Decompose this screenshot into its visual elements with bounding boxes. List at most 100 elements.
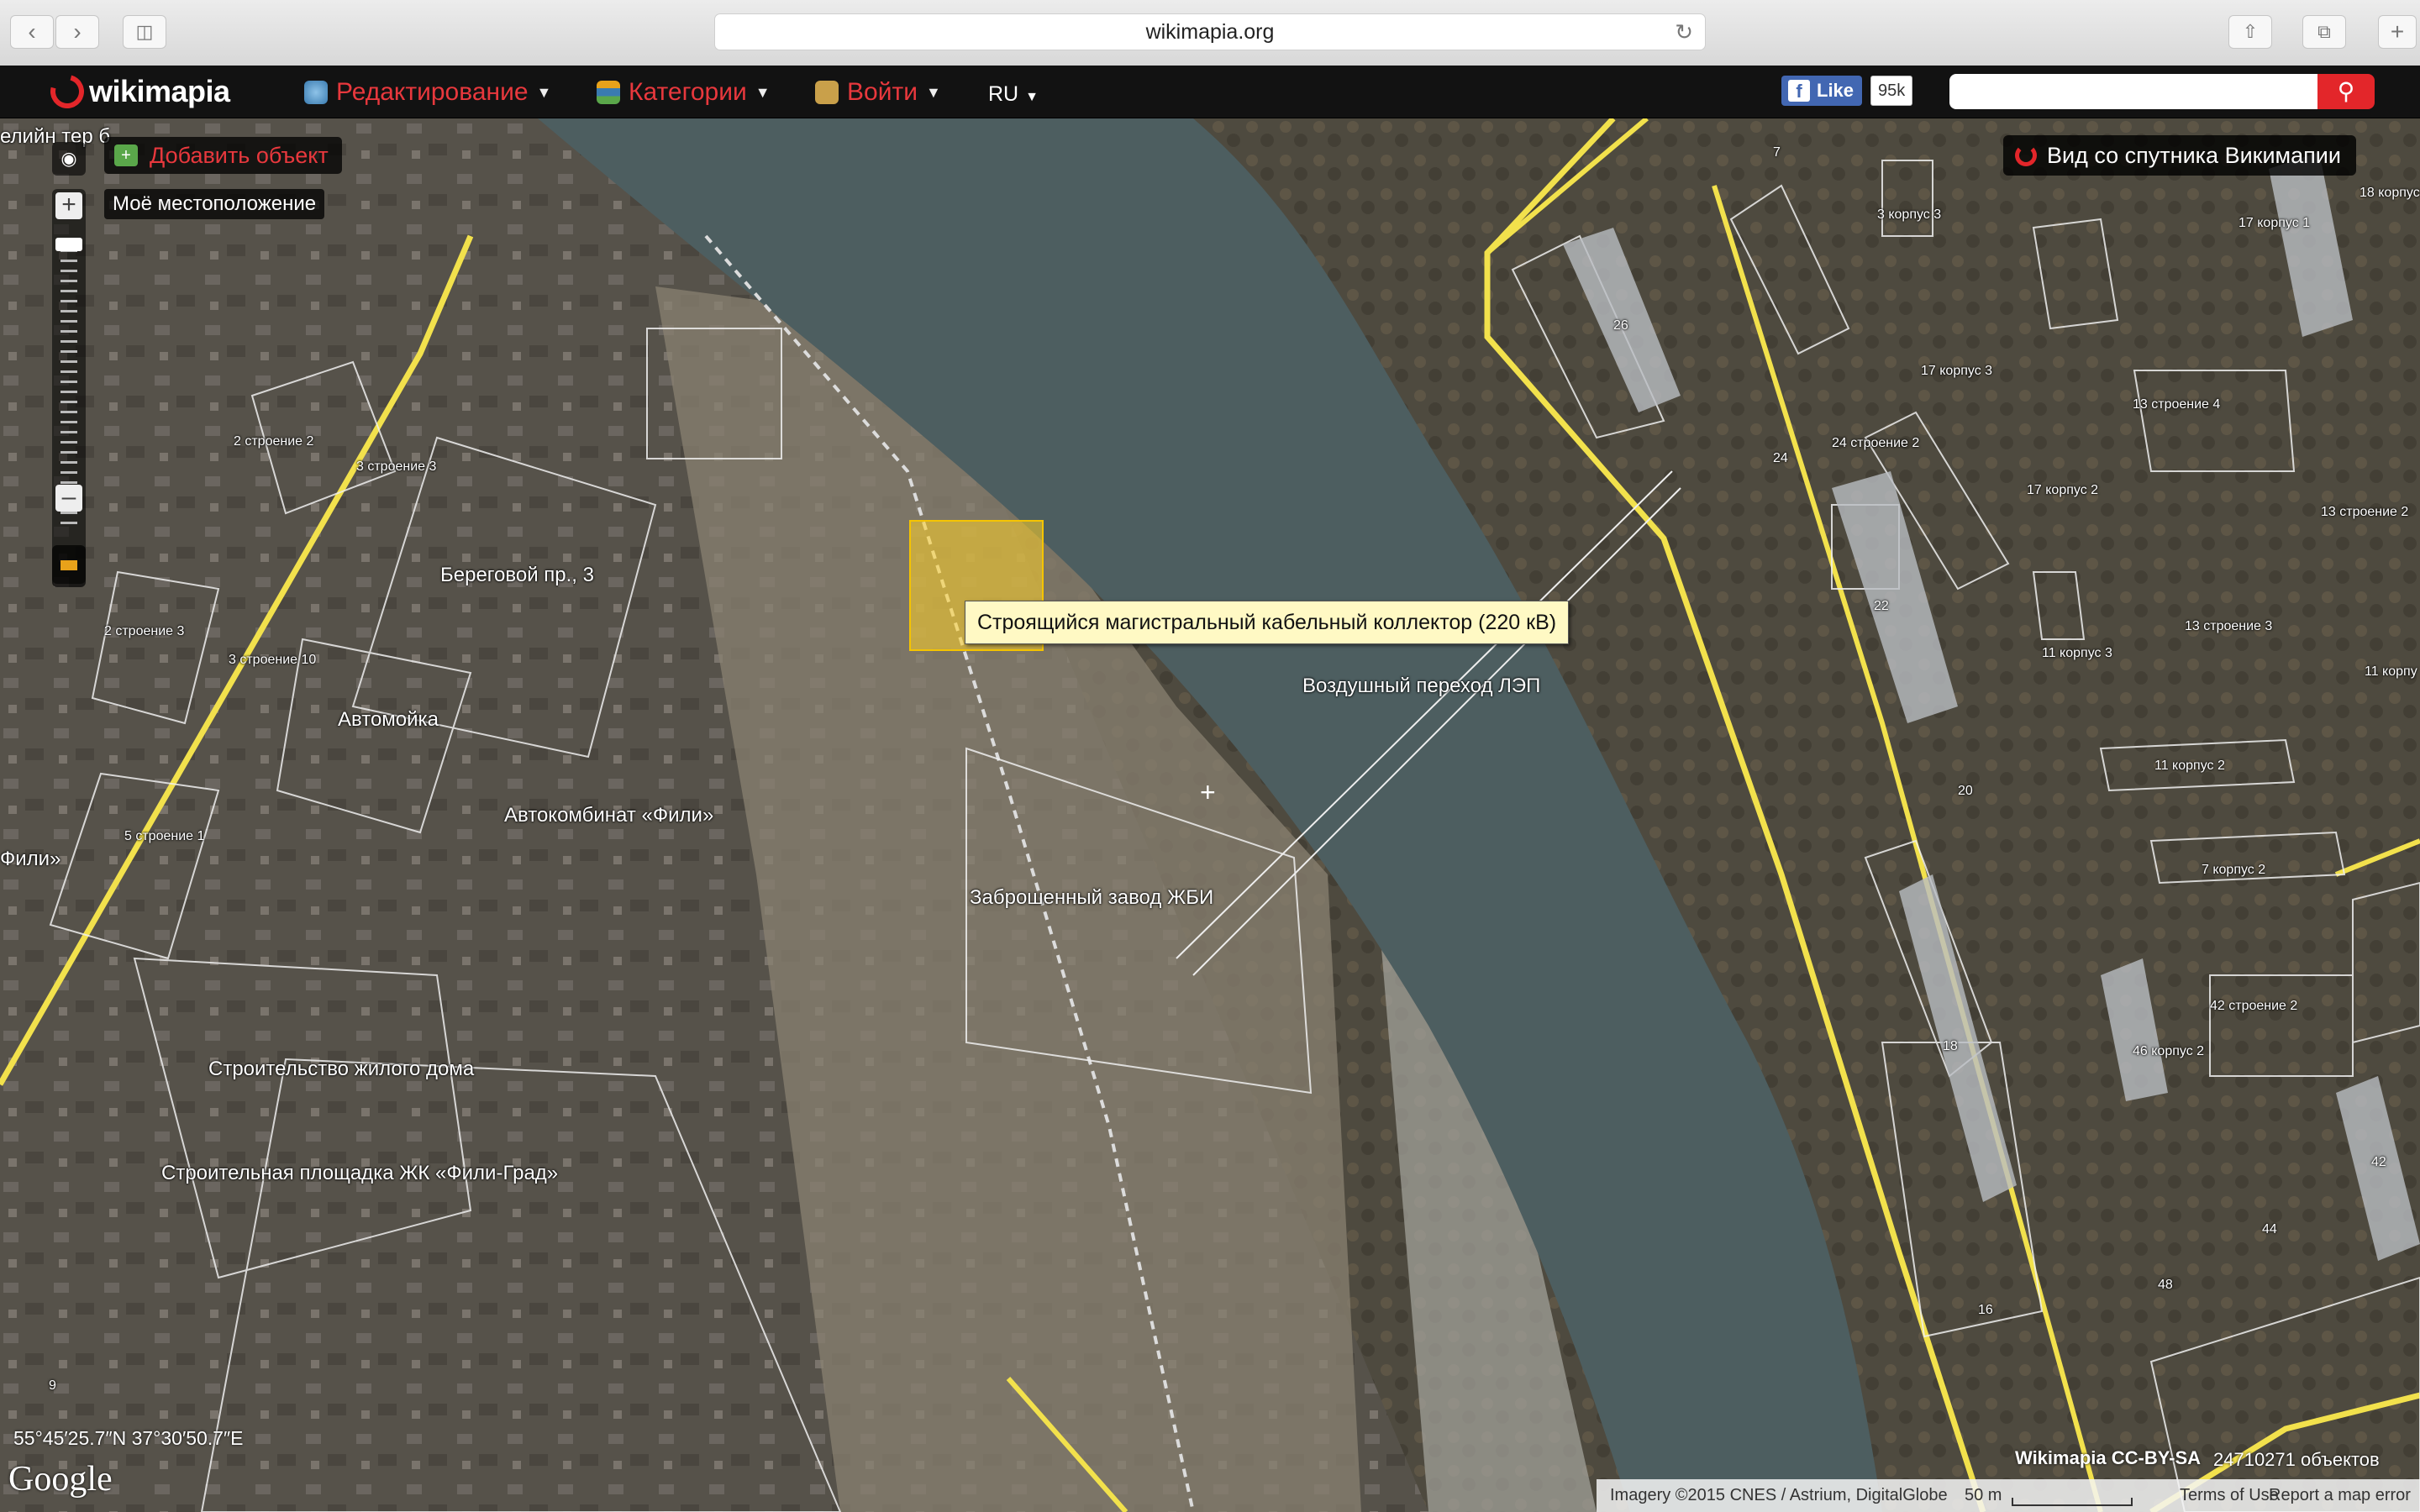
map-label[interactable]: Воздушный переход ЛЭП xyxy=(1302,675,1540,698)
map-label[interactable]: 2 строение 3 xyxy=(104,624,184,639)
back-button[interactable]: ‹ xyxy=(10,15,54,49)
map-label[interactable]: 48 xyxy=(2158,1278,2173,1293)
facebook-icon: f xyxy=(1788,80,1810,102)
language-selector[interactable]: RU ▼ xyxy=(988,82,1039,107)
zoom-in-button[interactable]: + xyxy=(55,192,82,219)
forward-button[interactable]: › xyxy=(55,15,99,49)
sidebar-toggle-button[interactable]: ◫ xyxy=(123,15,166,49)
map-label[interactable]: Строительство жилого дома xyxy=(208,1058,474,1081)
map-label[interactable]: 42 xyxy=(2371,1155,2386,1170)
map-label[interactable]: 16 xyxy=(1978,1303,1993,1318)
menu-categories-label: Категории xyxy=(629,78,747,106)
map-label[interactable]: 18 xyxy=(1943,1039,1958,1054)
categories-icon xyxy=(597,81,620,104)
report-error-link[interactable]: Report a map error xyxy=(2269,1479,2411,1512)
map-label[interactable]: Береговой пр., 3 xyxy=(440,564,594,587)
map-label[interactable]: Автомойка xyxy=(338,708,439,732)
chevron-down-icon: ▼ xyxy=(925,83,941,101)
imagery-credit: Imagery ©2015 CNES / Astrium, DigitalGlo… xyxy=(1610,1486,1948,1504)
add-object-label: Добавить объект xyxy=(150,143,329,168)
share-button[interactable]: ⇧ xyxy=(2228,15,2272,49)
ruler-tool-button[interactable] xyxy=(52,545,86,587)
menu-login-label: Войти xyxy=(847,78,918,106)
map-label[interactable]: 13 строение 3 xyxy=(2185,619,2272,634)
facebook-like-count: 95k xyxy=(1870,76,1913,106)
language-label: RU xyxy=(988,82,1019,106)
license-text[interactable]: Wikimapia CC-BY-SA xyxy=(2015,1447,2201,1469)
reload-icon[interactable]: ↻ xyxy=(1675,14,1693,50)
map-label[interactable]: 20 xyxy=(1958,784,1973,799)
map-label[interactable]: 9 xyxy=(49,1378,56,1394)
map-label[interactable]: 13 строение 2 xyxy=(2321,505,2408,520)
map-label[interactable]: 44 xyxy=(2262,1222,2277,1237)
wikimapia-logo[interactable]: wikimapia xyxy=(44,68,230,115)
satellite-map[interactable]: Строящийся магистральный кабельный колле… xyxy=(0,118,2420,1512)
login-door-icon xyxy=(815,81,839,104)
logo-text: wikimapia xyxy=(89,74,230,108)
menu-edit-label: Редактирование xyxy=(336,78,529,106)
map-label[interactable]: 24 xyxy=(1773,451,1788,466)
map-label[interactable]: 22 xyxy=(1874,599,1889,614)
chevron-down-icon: ▼ xyxy=(536,83,552,101)
map-label[interactable]: 11 корпу xyxy=(2365,664,2417,680)
menu-login[interactable]: Войти ▼ xyxy=(815,76,941,109)
zoom-slider-track[interactable] xyxy=(60,239,77,525)
map-label[interactable]: 46 корпус 2 xyxy=(2133,1044,2204,1059)
satellite-view-button[interactable]: Вид со спутника Викимапии xyxy=(2003,135,2356,176)
my-location-button[interactable]: Моё местоположение xyxy=(104,189,325,219)
map-label[interactable]: 17 корпус 1 xyxy=(2238,216,2310,231)
map-label[interactable]: Автокомбинат «Фили» xyxy=(504,804,713,827)
map-label[interactable]: 3 строение 10 xyxy=(229,653,316,668)
menu-edit[interactable]: Редактирование ▼ xyxy=(304,76,551,109)
menu-categories[interactable]: Категории ▼ xyxy=(597,76,771,109)
crosshair-icon: + xyxy=(1200,777,1216,807)
terms-link[interactable]: Terms of Use xyxy=(2180,1479,2279,1512)
globe-pencil-icon xyxy=(304,81,328,104)
map-label[interactable]: 3 корпус 3 xyxy=(1877,207,1941,223)
wikimapia-header: wikimapia Редактирование ▼ Категории ▼ В… xyxy=(0,66,2420,118)
map-imagery xyxy=(0,118,2420,1512)
wikimapia-logo-icon xyxy=(2015,144,2037,166)
facebook-like-button[interactable]: f Like xyxy=(1781,76,1863,106)
map-label[interactable]: 13 строение 4 xyxy=(2133,397,2220,412)
map-label[interactable]: 5 строение 1 xyxy=(124,829,204,844)
map-label[interactable]: 7 xyxy=(1773,145,1781,160)
map-label[interactable]: Фили» xyxy=(0,848,60,871)
tabs-button[interactable]: ⧉ xyxy=(2302,15,2346,49)
browser-toolbar: ‹ › ◫ wikimapia.org ↻ ⇧ ⧉ + xyxy=(0,0,2420,66)
facebook-like-label: Like xyxy=(1817,80,1854,101)
map-label[interactable]: 2 строение 2 xyxy=(234,434,313,449)
map-label[interactable]: 3 строение 3 xyxy=(356,459,436,475)
location-dot-icon[interactable]: ◉ xyxy=(52,142,86,176)
add-object-button[interactable]: + Добавить объект xyxy=(104,137,342,174)
map-label[interactable]: 26 xyxy=(1613,318,1628,333)
map-label[interactable]: 11 корпус 3 xyxy=(2042,646,2112,661)
search-icon: ⚲ xyxy=(2337,78,2355,104)
chevron-down-icon: ▼ xyxy=(755,83,771,101)
map-label[interactable]: 24 строение 2 xyxy=(1832,436,1919,451)
object-tooltip: Строящийся магистральный кабельный колле… xyxy=(965,601,1570,644)
search-input[interactable] xyxy=(1949,74,2317,109)
search-button[interactable]: ⚲ xyxy=(2317,74,2375,109)
coordinates-readout: 55°45′25.7″N 37°30′50.7″E xyxy=(13,1427,244,1449)
map-attribution-bar: Imagery ©2015 CNES / Astrium, DigitalGlo… xyxy=(1597,1479,2420,1512)
map-label[interactable]: 42 строение 2 xyxy=(2210,999,2297,1014)
zoom-out-button[interactable]: – xyxy=(55,485,82,512)
zoom-slider-handle[interactable] xyxy=(55,238,82,251)
map-label[interactable]: 7 корпус 2 xyxy=(2202,863,2265,878)
logo-icon xyxy=(44,68,91,115)
map-label[interactable]: 17 корпус 2 xyxy=(2027,483,2098,498)
new-tab-button[interactable]: + xyxy=(2378,15,2417,49)
chevron-down-icon: ▼ xyxy=(1025,90,1039,104)
map-label[interactable]: 18 корпус xyxy=(2360,186,2420,201)
map-label[interactable]: Строительная площадка ЖК «Фили-Град» xyxy=(161,1162,558,1185)
google-logo[interactable]: Google xyxy=(8,1459,113,1499)
address-bar[interactable]: wikimapia.org ↻ xyxy=(714,13,1706,50)
map-label[interactable]: 11 корпус 2 xyxy=(2154,759,2225,774)
facebook-like-widget: f Like 95k xyxy=(1781,76,1913,106)
map-label[interactable]: Заброшенный завод ЖБИ xyxy=(970,886,1213,910)
ruler-icon xyxy=(60,560,77,570)
satellite-view-label: Вид со спутника Викимапии xyxy=(2047,143,2341,168)
map-label[interactable]: 17 корпус 3 xyxy=(1921,364,1992,379)
url-text: wikimapia.org xyxy=(1145,20,1275,44)
